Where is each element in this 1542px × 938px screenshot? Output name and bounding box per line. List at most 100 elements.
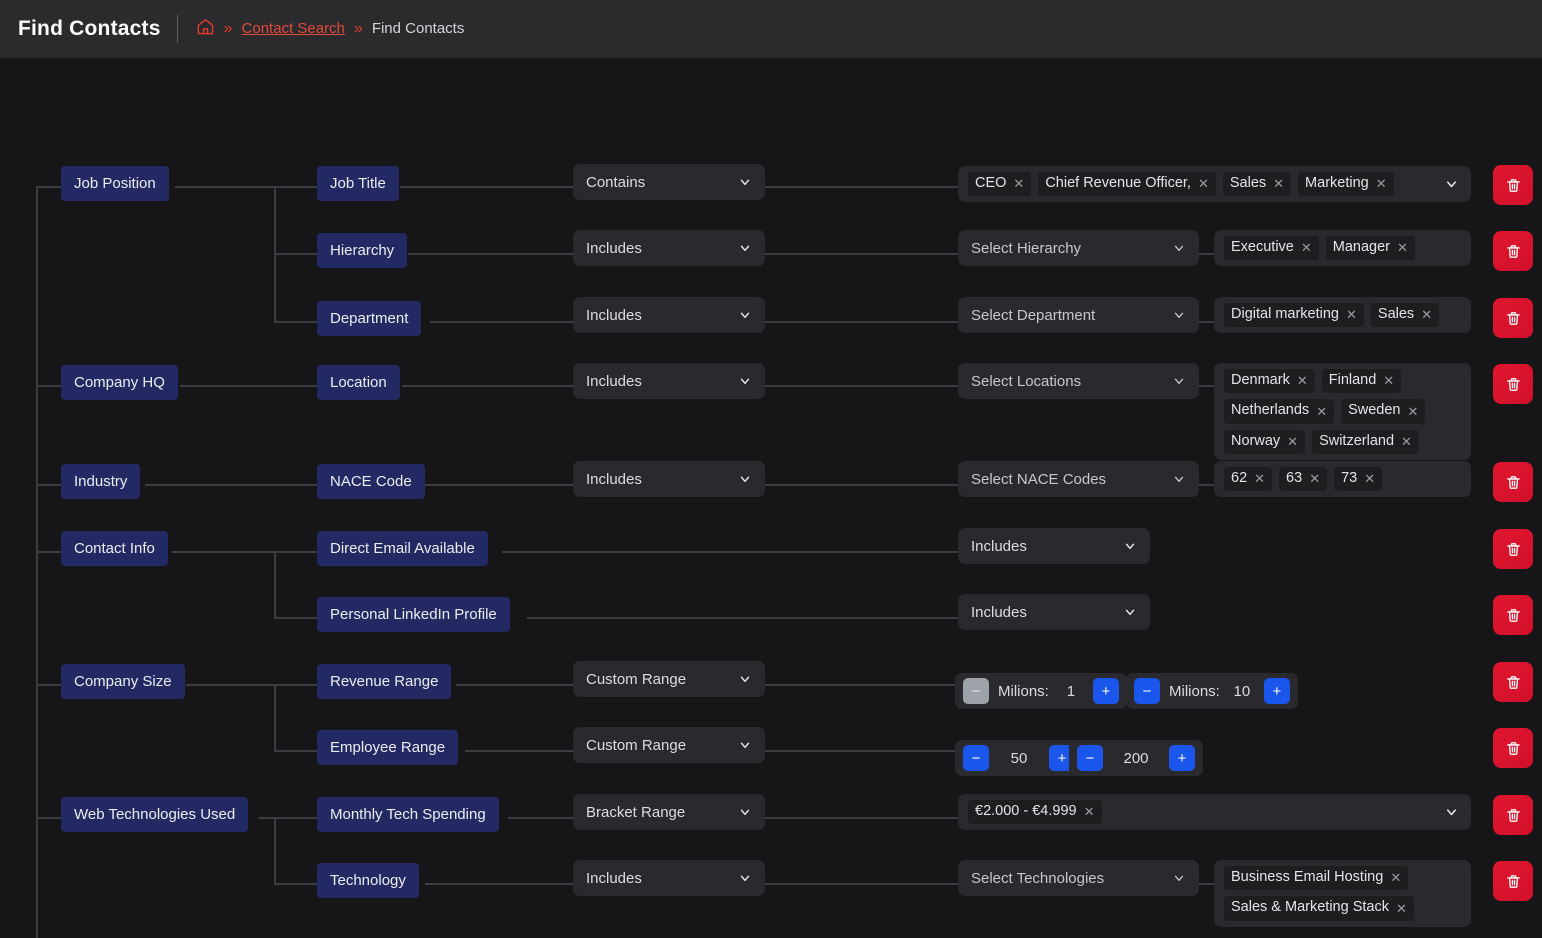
tag-chip[interactable]: Manager✕ <box>1326 236 1415 260</box>
tag-chip[interactable]: €2.000 - €4.999✕ <box>968 800 1102 824</box>
field-node-job-title[interactable]: Job Title <box>317 166 399 201</box>
tag-box-department[interactable]: Digital marketing✕ Sales✕ <box>1214 297 1471 333</box>
field-node-hierarchy[interactable]: Hierarchy <box>317 233 407 268</box>
decrement-button[interactable]: − <box>963 745 989 771</box>
operator-select-job-title[interactable]: Contains <box>573 164 765 200</box>
operator-select-hierarchy[interactable]: Includes <box>573 230 765 266</box>
field-node-location[interactable]: Location <box>317 365 400 400</box>
value-select-department[interactable]: Select Department <box>958 297 1199 333</box>
stepper-employee-max[interactable]: − 200 + <box>1069 740 1203 776</box>
field-node-revenue-range[interactable]: Revenue Range <box>317 664 451 699</box>
group-node-job-position[interactable]: Job Position <box>61 166 169 201</box>
tag-chip[interactable]: Executive✕ <box>1224 236 1319 260</box>
field-node-monthly-tech-spending[interactable]: Monthly Tech Spending <box>317 797 499 832</box>
group-node-contact-info[interactable]: Contact Info <box>61 531 168 566</box>
close-icon[interactable]: ✕ <box>1301 241 1312 254</box>
field-node-employee-range[interactable]: Employee Range <box>317 730 458 765</box>
field-node-personal-linkedin-profile[interactable]: Personal LinkedIn Profile <box>317 597 510 632</box>
close-icon[interactable]: ✕ <box>1287 435 1298 448</box>
group-node-web-technologies-used[interactable]: Web Technologies Used <box>61 797 248 832</box>
tag-box-monthly-tech-spending[interactable]: €2.000 - €4.999✕ <box>958 794 1471 830</box>
tag-chip[interactable]: Norway✕ <box>1224 430 1305 454</box>
close-icon[interactable]: ✕ <box>1401 435 1412 448</box>
operator-select-employee-range[interactable]: Custom Range <box>573 727 765 763</box>
field-node-direct-email-available[interactable]: Direct Email Available <box>317 531 488 566</box>
close-icon[interactable]: ✕ <box>1198 177 1209 190</box>
tag-chip[interactable]: 62✕ <box>1224 467 1272 491</box>
chevron-down-icon[interactable] <box>1444 177 1459 192</box>
operator-select-personal-linkedin-profile[interactable]: Includes <box>958 594 1150 630</box>
close-icon[interactable]: ✕ <box>1297 374 1308 387</box>
tag-chip[interactable]: Chief Revenue Officer,✕ <box>1038 172 1216 196</box>
tag-chip[interactable]: 73✕ <box>1334 467 1382 491</box>
operator-select-direct-email-available[interactable]: Includes <box>958 528 1150 564</box>
stepper-value[interactable]: 1 <box>1058 683 1084 700</box>
delete-filter-button-nace-code[interactable] <box>1493 462 1533 502</box>
tag-box-technology[interactable]: Business Email Hosting✕ Sales & Marketin… <box>1214 860 1471 927</box>
close-icon[interactable]: ✕ <box>1316 405 1327 418</box>
tag-chip[interactable]: CEO✕ <box>968 172 1031 196</box>
tag-box-nace-code[interactable]: 62✕ 63✕ 73✕ <box>1214 461 1471 497</box>
stepper-revenue-max[interactable]: − Milions: 10 + <box>1126 673 1298 709</box>
value-select-hierarchy[interactable]: Select Hierarchy <box>958 230 1199 266</box>
stepper-revenue-min[interactable]: − Milions: 1 + <box>955 673 1127 709</box>
delete-filter-button-location[interactable] <box>1493 364 1533 404</box>
close-icon[interactable]: ✕ <box>1346 308 1357 321</box>
operator-select-location[interactable]: Includes <box>573 363 765 399</box>
operator-select-department[interactable]: Includes <box>573 297 765 333</box>
increment-button[interactable]: + <box>1264 678 1290 704</box>
increment-button[interactable]: + <box>1093 678 1119 704</box>
group-node-industry[interactable]: Industry <box>61 464 140 499</box>
delete-filter-button-employee-range[interactable] <box>1493 728 1533 768</box>
close-icon[interactable]: ✕ <box>1273 177 1284 190</box>
operator-select-nace-code[interactable]: Includes <box>573 461 765 497</box>
tag-chip[interactable]: 63✕ <box>1279 467 1327 491</box>
close-icon[interactable]: ✕ <box>1013 177 1024 190</box>
breadcrumb-link-contact-search[interactable]: Contact Search <box>242 20 345 37</box>
close-icon[interactable]: ✕ <box>1383 374 1394 387</box>
decrement-button[interactable]: − <box>1134 678 1160 704</box>
close-icon[interactable]: ✕ <box>1390 871 1401 884</box>
close-icon[interactable]: ✕ <box>1421 308 1432 321</box>
tag-box-hierarchy[interactable]: Executive✕ Manager✕ <box>1214 230 1471 266</box>
decrement-button[interactable]: − <box>1077 745 1103 771</box>
close-icon[interactable]: ✕ <box>1397 241 1408 254</box>
stepper-value[interactable]: 200 <box>1112 750 1160 767</box>
operator-select-technology[interactable]: Includes <box>573 860 765 896</box>
field-node-nace-code[interactable]: NACE Code <box>317 464 425 499</box>
tag-chip[interactable]: Digital marketing✕ <box>1224 303 1364 327</box>
tag-chip[interactable]: Sweden✕ <box>1341 399 1425 423</box>
delete-filter-button-department[interactable] <box>1493 298 1533 338</box>
tag-chip[interactable]: Sales✕ <box>1371 303 1439 327</box>
delete-filter-button-hierarchy[interactable] <box>1493 231 1533 271</box>
delete-filter-button-revenue-range[interactable] <box>1493 662 1533 702</box>
increment-button[interactable]: + <box>1169 745 1195 771</box>
tag-box-location[interactable]: Denmark✕ Finland✕ Netherlands✕ Sweden✕ N… <box>1214 363 1471 460</box>
close-icon[interactable]: ✕ <box>1408 405 1419 418</box>
tag-chip[interactable]: Switzerland✕ <box>1312 430 1419 454</box>
tag-chip[interactable]: Denmark✕ <box>1224 369 1315 393</box>
value-select-location[interactable]: Select Locations <box>958 363 1199 399</box>
stepper-employee-min[interactable]: − 50 + <box>955 740 1083 776</box>
tag-chip[interactable]: Sales & Marketing Stack✕ <box>1224 896 1414 920</box>
delete-filter-button-technology[interactable] <box>1493 861 1533 901</box>
tag-chip[interactable]: Finland✕ <box>1322 369 1401 393</box>
close-icon[interactable]: ✕ <box>1084 805 1095 818</box>
group-node-company-hq[interactable]: Company HQ <box>61 365 178 400</box>
operator-select-monthly-tech-spending[interactable]: Bracket Range <box>573 794 765 830</box>
tag-chip[interactable]: Business Email Hosting✕ <box>1224 866 1408 890</box>
chevron-down-icon[interactable] <box>1444 805 1459 820</box>
stepper-value[interactable]: 50 <box>998 750 1040 767</box>
value-select-technology[interactable]: Select Technologies <box>958 860 1199 896</box>
close-icon[interactable]: ✕ <box>1364 472 1375 485</box>
close-icon[interactable]: ✕ <box>1254 472 1265 485</box>
tag-chip[interactable]: Marketing✕ <box>1298 172 1394 196</box>
group-node-company-size[interactable]: Company Size <box>61 664 185 699</box>
close-icon[interactable]: ✕ <box>1376 177 1387 190</box>
delete-filter-button-monthly-tech-spending[interactable] <box>1493 795 1533 835</box>
tag-box-job-title[interactable]: CEO✕ Chief Revenue Officer,✕ Sales✕ Mark… <box>958 166 1471 202</box>
delete-filter-button-job-title[interactable] <box>1493 165 1533 205</box>
delete-filter-button-direct-email[interactable] <box>1493 529 1533 569</box>
stepper-value[interactable]: 10 <box>1229 683 1255 700</box>
close-icon[interactable]: ✕ <box>1396 902 1407 915</box>
